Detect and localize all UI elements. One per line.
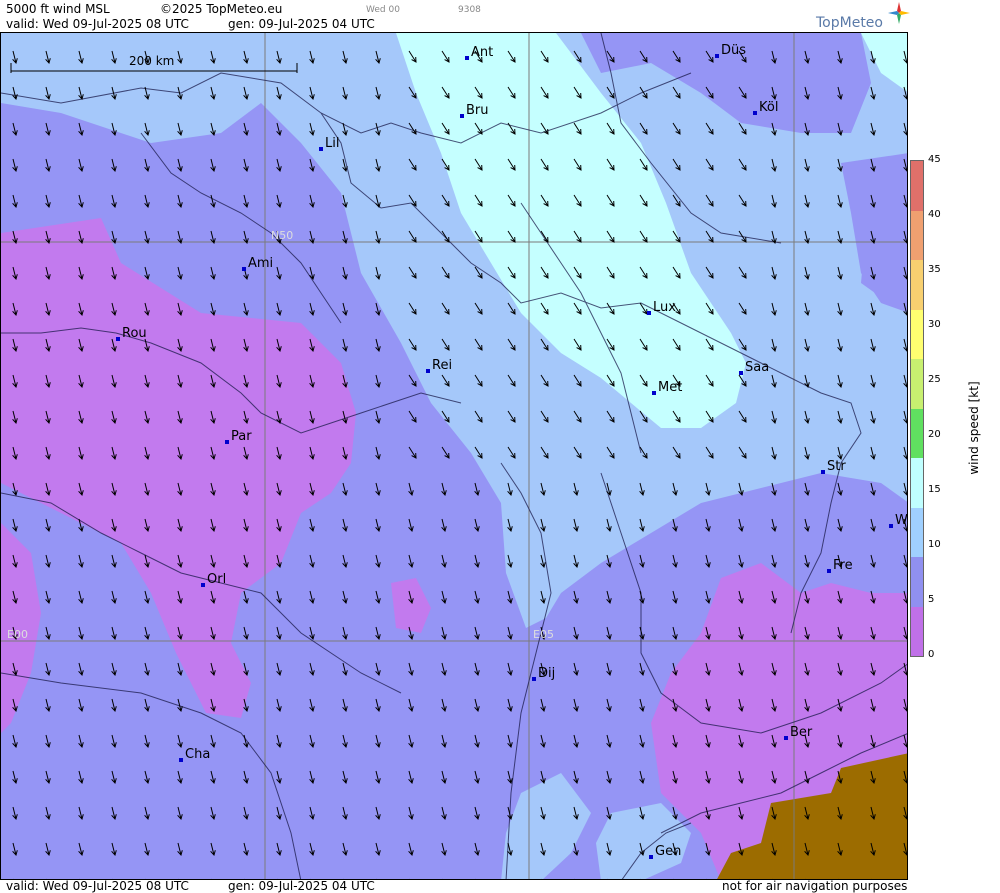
legend-color-step	[911, 161, 923, 211]
disclaimer-text: not for air navigation purposes	[722, 879, 908, 893]
city-marker-icon	[647, 311, 651, 315]
city-label: Rou	[122, 326, 147, 341]
city-label: Par	[231, 429, 252, 444]
wind-arrow	[673, 878, 674, 879]
wind-arrow	[640, 878, 641, 879]
legend-tick-label: 25	[928, 374, 941, 385]
scale-label: 200 km	[129, 54, 174, 68]
wind-arrow	[706, 878, 707, 879]
brand-name: TopMeteo	[816, 15, 883, 31]
wind-speed-legend: 45 40 35 30 25 20 15 10 5 0 wind speed [kt]	[908, 0, 1000, 893]
footer-generated-time: gen: 09-Jul-2025 04 UTC	[228, 879, 375, 893]
legend-color-step	[911, 408, 923, 458]
legend-tick-label: 40	[928, 209, 941, 220]
city-label: Cha	[185, 747, 211, 762]
city-marker-icon	[739, 371, 743, 375]
city-label: Ber	[790, 725, 813, 740]
city-label: W	[895, 513, 908, 528]
copyright-text: ©2025 TopMeteo.eu	[160, 2, 283, 16]
city-label: Rei	[432, 358, 453, 373]
city-label: Fre	[833, 558, 853, 573]
city-marker-icon	[465, 56, 469, 60]
city-marker-icon	[225, 440, 229, 444]
city-label: Düs	[721, 43, 747, 58]
legend-tick-label: 5	[928, 594, 935, 605]
city-marker-icon	[827, 569, 831, 573]
wind-arrow	[211, 878, 212, 879]
city-marker-icon	[784, 736, 788, 740]
city-label: Lil	[325, 136, 340, 151]
city-label: Bru	[466, 103, 489, 118]
legend-tick-label: 45	[928, 154, 941, 165]
city-marker-icon	[319, 147, 323, 151]
legend-color-step	[911, 458, 923, 508]
legend-color-step	[911, 309, 923, 359]
legend-color-step	[911, 210, 923, 260]
wind-arrow	[376, 878, 377, 879]
city-label: Köl	[759, 100, 779, 115]
city-marker-icon	[652, 391, 656, 395]
compass-logo-icon	[888, 2, 910, 24]
wind-arrow	[574, 878, 575, 879]
legend-tick-label: 20	[928, 429, 941, 440]
legend-tick-label: 15	[928, 484, 941, 495]
city-label: Str	[827, 459, 846, 474]
wind-arrow	[409, 878, 410, 879]
legend-tick-label: 30	[928, 319, 941, 330]
city-label: Gen	[655, 844, 682, 859]
legend-tick-label: 0	[928, 649, 935, 660]
city-marker-icon	[649, 855, 653, 859]
city-label: Dij	[538, 666, 556, 681]
run-label: Wed 00	[366, 5, 400, 15]
product-title: 5000 ft wind MSL	[6, 2, 110, 16]
run-code: 9308	[458, 5, 481, 15]
city-marker-icon	[242, 267, 246, 271]
city-label: Ant	[471, 45, 494, 60]
wind-arrow	[508, 878, 509, 879]
legend-tick-label: 10	[928, 539, 941, 550]
legend-title: wind speed [kt]	[967, 381, 981, 475]
city-marker-icon	[715, 54, 719, 58]
legend-tick-label: 35	[928, 264, 941, 275]
lon-label-e00: E00	[7, 628, 28, 641]
city-marker-icon	[460, 114, 464, 118]
city-marker-icon	[116, 337, 120, 341]
city-label: Orl	[207, 572, 227, 587]
legend-color-step	[911, 260, 923, 310]
wind-arrow	[541, 878, 542, 879]
city-label: Met	[658, 380, 683, 395]
legend-color-step	[911, 557, 923, 607]
city-label: Lux	[653, 300, 676, 315]
city-label: Saa	[745, 360, 770, 375]
lat-label-n50: N50	[271, 229, 293, 242]
city-marker-icon	[821, 470, 825, 474]
wind-map[interactable]: N50 E00 E05 200 km Ant Düs Bru Köl Lil Ami Rou…	[0, 32, 908, 880]
legend-color-step	[911, 507, 923, 557]
generated-time: gen: 09-Jul-2025 04 UTC	[228, 17, 375, 31]
wind-arrow	[607, 878, 608, 879]
legend-color-step	[911, 606, 923, 656]
lon-label-e05: E05	[533, 628, 554, 641]
city-marker-icon	[201, 583, 205, 587]
wind-arrow	[442, 878, 443, 879]
city-marker-icon	[532, 677, 536, 681]
footer-valid-time: valid: Wed 09-Jul-2025 08 UTC	[6, 879, 189, 893]
city-marker-icon	[753, 111, 757, 115]
city-label: Ami	[248, 256, 274, 271]
city-marker-icon	[889, 524, 893, 528]
city-marker-icon	[426, 369, 430, 373]
valid-time: valid: Wed 09-Jul-2025 08 UTC	[6, 17, 189, 31]
city-marker-icon	[179, 758, 183, 762]
legend-color-step	[911, 359, 923, 409]
map-canvas: N50 E00 E05 200 km	[1, 33, 907, 879]
wind-arrow	[475, 878, 476, 879]
legend-colorbar	[910, 160, 924, 657]
